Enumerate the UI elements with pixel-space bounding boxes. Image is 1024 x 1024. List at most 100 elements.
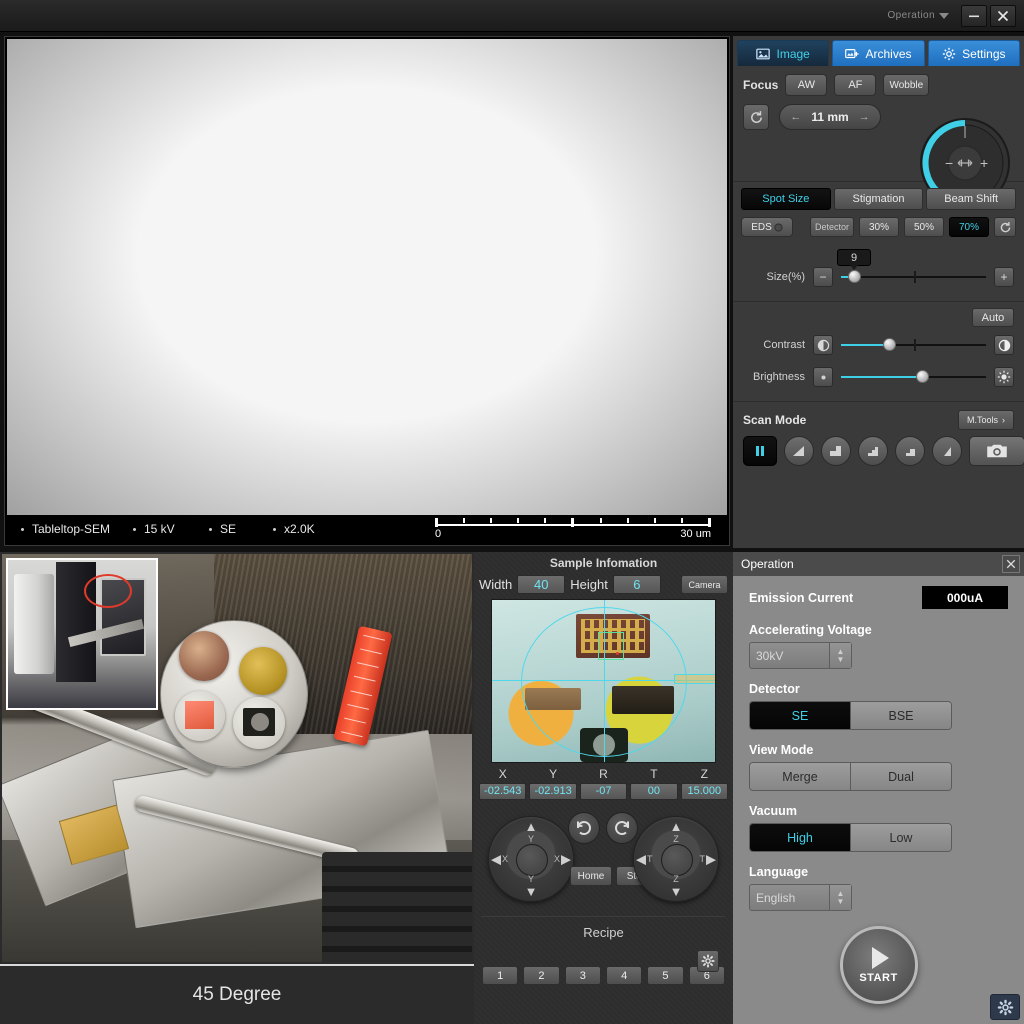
height-input[interactable]: 6 xyxy=(612,575,661,594)
chevron-up-icon[interactable]: ▲ xyxy=(670,820,683,833)
minimize-button[interactable] xyxy=(961,4,987,27)
view-mode-option-merge[interactable]: Merge xyxy=(750,763,850,790)
coord-value-t[interactable]: 00 xyxy=(630,783,678,800)
spinner-arrows-icon[interactable]: ▲ ▼ xyxy=(829,643,851,668)
focus-aw-button[interactable]: AW xyxy=(785,74,828,96)
settings-gear-button[interactable] xyxy=(990,994,1020,1020)
tab-archives[interactable]: Archives xyxy=(832,40,925,66)
capture-button[interactable] xyxy=(969,436,1024,466)
tz-dpad-hub[interactable] xyxy=(661,844,693,876)
highlight-ring-icon xyxy=(84,574,132,608)
recipe-slot-1[interactable]: 1 xyxy=(482,966,519,985)
detector-preset-50[interactable]: 50% xyxy=(904,217,944,237)
region-of-interest-box[interactable] xyxy=(598,632,624,660)
detector-preset-30-label: 30% xyxy=(868,221,889,233)
detector-preset-70[interactable]: 70% xyxy=(949,217,989,237)
brightness-slider[interactable] xyxy=(841,368,986,386)
scan-speed-4-button[interactable] xyxy=(895,436,925,466)
operation-close-button[interactable] xyxy=(1002,555,1020,573)
detector-section-label: Detector xyxy=(749,682,800,696)
contrast-slider[interactable] xyxy=(841,336,986,354)
chevron-down-icon[interactable] xyxy=(939,12,949,19)
working-distance-stepper[interactable]: ← 11 mm → xyxy=(779,104,881,130)
plus-icon: + xyxy=(1000,270,1008,284)
detector-reset-button[interactable] xyxy=(994,217,1016,237)
vacuum-option-high[interactable]: High xyxy=(750,824,850,851)
home-button[interactable]: Home xyxy=(570,866,612,886)
spot-size-slider[interactable]: 9 xyxy=(837,249,986,286)
chevron-up-icon[interactable]: ▲ xyxy=(525,820,538,833)
tz-dpad[interactable]: ▲ ▼ ◀ ▶ Z Z T T xyxy=(633,816,719,902)
pause-scan-button[interactable] xyxy=(743,436,777,466)
subtab-beam-shift[interactable]: Beam Shift xyxy=(926,188,1017,210)
recipe-slot-2[interactable]: 2 xyxy=(523,966,560,985)
sem-micrograph[interactable] xyxy=(7,39,727,517)
recipe-slot-3[interactable]: 3 xyxy=(564,966,601,985)
coord-value-y[interactable]: -02.913 xyxy=(529,783,577,800)
close-button[interactable] xyxy=(990,4,1016,27)
focus-wobble-button[interactable]: Wobble xyxy=(883,74,930,96)
xy-dpad[interactable]: ▲ ▼ ◀ ▶ Y Y X X xyxy=(488,816,574,902)
spinner-arrows-icon[interactable]: ▲ ▼ xyxy=(829,885,851,910)
language-select[interactable]: English ▲ ▼ xyxy=(749,884,852,911)
detector-option-se[interactable]: SE xyxy=(750,702,850,729)
tab-image[interactable]: Image xyxy=(737,40,830,66)
coord-value-z[interactable]: 15.000 xyxy=(680,783,729,800)
ramp-5-icon xyxy=(944,447,951,456)
chevron-right-icon[interactable]: → xyxy=(859,111,870,123)
detector-preset-30[interactable]: 30% xyxy=(859,217,899,237)
focus-af-button[interactable]: AF xyxy=(834,74,877,96)
chevron-left-icon[interactable]: ◀ xyxy=(636,853,646,866)
m-tools-button[interactable]: M.Tools › xyxy=(958,410,1014,430)
width-input[interactable]: 40 xyxy=(517,575,566,594)
recipe-slots: 1 2 3 4 5 6 xyxy=(474,958,733,991)
language-value: English xyxy=(756,890,796,905)
focus-reset-button[interactable] xyxy=(743,104,769,130)
brightness-high-icon[interactable] xyxy=(994,367,1014,387)
rotate-ccw-button[interactable] xyxy=(606,812,638,844)
rotate-cw-button[interactable] xyxy=(568,812,600,844)
instrument-inset-photo xyxy=(6,558,158,710)
accelerating-voltage-select[interactable]: 30kV ▲ ▼ xyxy=(749,642,852,669)
scan-speed-2-button[interactable] xyxy=(821,436,851,466)
recipe-slot-5[interactable]: 5 xyxy=(647,966,684,985)
spot-size-decrease-button[interactable]: − xyxy=(813,267,833,287)
chevron-right-icon[interactable]: ▶ xyxy=(706,853,716,866)
detector-option-bse[interactable]: BSE xyxy=(850,702,951,729)
chevron-down-icon[interactable]: ▼ xyxy=(670,885,683,898)
scan-speed-3-button[interactable] xyxy=(858,436,888,466)
eds-button[interactable]: EDS xyxy=(741,217,793,237)
chevron-down-icon[interactable]: ▼ xyxy=(525,885,538,898)
coord-value-r[interactable]: -07 xyxy=(579,783,628,800)
start-button[interactable]: START xyxy=(839,926,918,1004)
sem-image-panel[interactable]: Tableltop-SEM 15 kV SE x2.0K 0 30 um xyxy=(4,36,730,546)
vacuum-option-low[interactable]: Low xyxy=(850,824,951,851)
scan-speed-1-button[interactable] xyxy=(784,436,814,466)
inset-sem-body xyxy=(14,574,54,674)
recipe-settings-button[interactable] xyxy=(697,950,719,972)
subtab-stigmation[interactable]: Stigmation xyxy=(833,188,924,210)
camera-toggle-button[interactable]: Camera xyxy=(681,575,728,594)
auto-adjust-button[interactable]: Auto xyxy=(972,308,1014,327)
subtab-stigmation-label: Stigmation xyxy=(852,193,905,205)
recipe-slot-4[interactable]: 4 xyxy=(605,966,643,985)
region-of-interest-strip[interactable] xyxy=(674,674,715,684)
chevron-left-icon[interactable]: ◀ xyxy=(491,853,501,866)
chevron-left-icon[interactable]: ← xyxy=(790,111,801,123)
contrast-high-icon[interactable] xyxy=(994,335,1014,355)
subtab-spot-size[interactable]: Spot Size xyxy=(741,188,831,210)
coord-value-x[interactable]: -02.543 xyxy=(479,783,527,800)
tab-settings[interactable]: Settings xyxy=(927,40,1020,66)
operation-menu-label[interactable]: Operation xyxy=(887,10,935,21)
crosshair-vertical xyxy=(604,600,605,762)
spot-size-increase-button[interactable]: + xyxy=(994,267,1014,287)
chevron-right-icon[interactable]: ▶ xyxy=(561,853,571,866)
scan-speed-5-button[interactable] xyxy=(932,436,962,466)
brightness-low-icon[interactable] xyxy=(813,367,833,387)
navigation-camera-view[interactable] xyxy=(491,599,716,763)
view-mode-option-dual[interactable]: Dual xyxy=(850,763,951,790)
magnification-label: x2.0K xyxy=(284,522,315,536)
auto-adjust-label: Auto xyxy=(981,311,1005,324)
xy-dpad-hub[interactable] xyxy=(516,844,548,876)
contrast-low-icon[interactable] xyxy=(813,335,833,355)
